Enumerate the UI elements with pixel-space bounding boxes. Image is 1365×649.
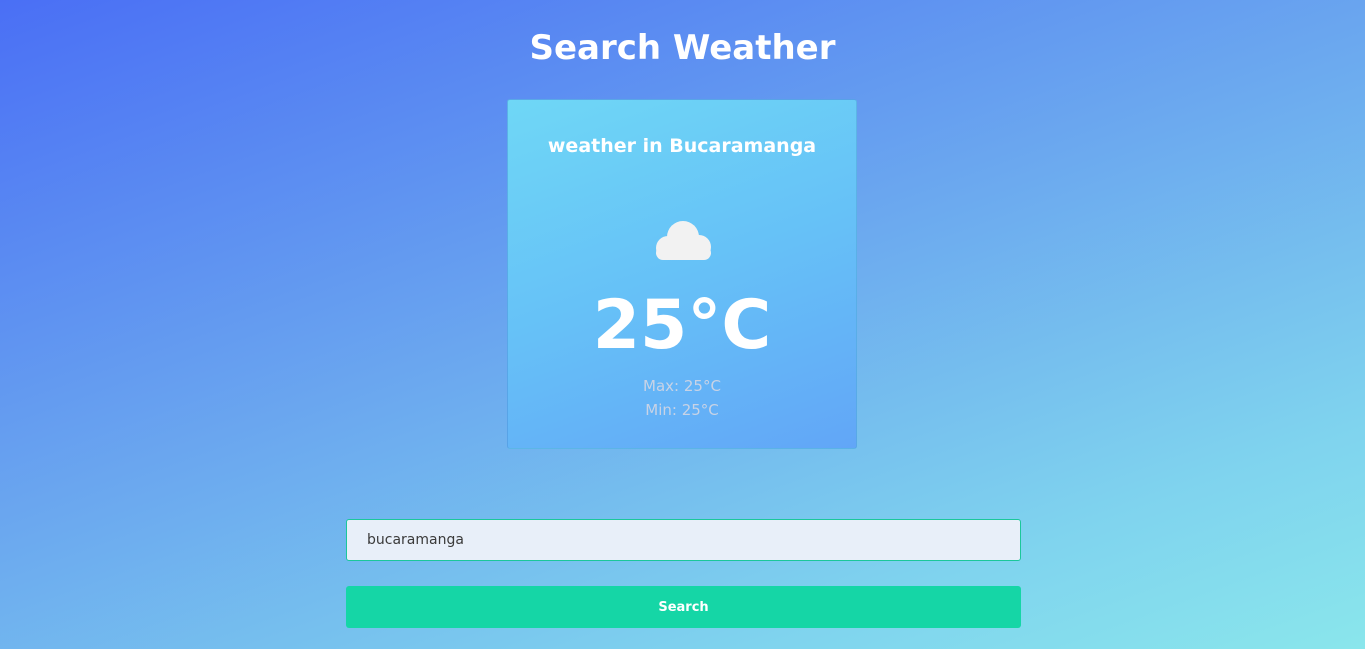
search-button[interactable]: Search (346, 586, 1021, 628)
temperature: 25°C (592, 286, 772, 365)
weather-card: weather in Bucaramanga 25°C Max: 25°C Mi… (507, 99, 857, 449)
max-temperature: Max: 25°C (643, 377, 721, 395)
weather-card-title: weather in Bucaramanga (547, 135, 817, 157)
page-title: Search Weather (529, 28, 836, 68)
min-temperature: Min: 25°C (645, 401, 719, 419)
city-search-input[interactable] (346, 519, 1021, 561)
cloud-icon (656, 221, 711, 260)
